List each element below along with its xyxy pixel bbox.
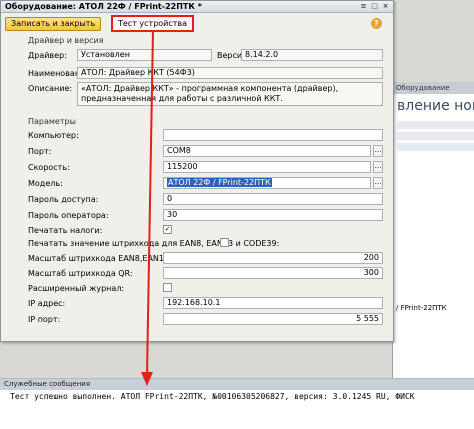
ip-port-field[interactable]: 5 555: [163, 313, 383, 325]
access-password-label: Пароль доступа:: [28, 195, 99, 204]
test-device-button[interactable]: Тест устройства: [111, 15, 195, 32]
description-label: Описание:: [28, 84, 73, 93]
scale-qr-field[interactable]: 300: [163, 267, 383, 279]
messages-text: Тест успешно выполнен. АТОЛ FPrint-22ПТК…: [10, 392, 415, 401]
port-select-button[interactable]: ...: [373, 145, 383, 157]
speed-field[interactable]: 115200: [163, 161, 371, 173]
print-taxes-label: Печатать налоги:: [28, 226, 103, 235]
operator-password-label: Пароль оператора:: [28, 211, 109, 220]
restore-icon[interactable]: □: [370, 2, 379, 11]
background-row: [397, 143, 474, 151]
background-window: Оборудование вление нового / FPrint-22ПТ…: [392, 82, 474, 382]
access-password-field[interactable]: 0: [163, 193, 383, 205]
model-field[interactable]: АТОЛ 22Ф / FPrint-22ПТК: [163, 177, 371, 189]
model-label: Модель:: [28, 179, 63, 188]
print-taxes-checkbox[interactable]: ✓: [163, 225, 172, 234]
scale-ean-field[interactable]: 200: [163, 252, 383, 264]
save-and-close-button[interactable]: Записать и закрыть: [5, 17, 102, 31]
model-select-button[interactable]: ...: [373, 177, 383, 189]
background-window-footer: / FPrint-22ПТК: [396, 304, 447, 312]
background-row: [397, 132, 474, 140]
messages-panel: Служебные сообщения Тест успешно выполне…: [0, 378, 474, 429]
parameters-section-title: Параметры: [28, 117, 76, 126]
toolbar: Записать и закрыть Тест устройства ?: [1, 13, 393, 34]
background-row: [397, 121, 474, 129]
driver-section-title: Драйвер и версия: [28, 36, 104, 45]
version-field: 8.14.2.0: [241, 49, 383, 61]
computer-label: Компьютер:: [28, 131, 79, 140]
driver-label: Драйвер:: [28, 51, 67, 60]
background-window-title: Оборудование: [393, 82, 474, 94]
background-window-heading: вление нового: [397, 98, 474, 114]
ip-port-label: IP порт:: [28, 315, 61, 324]
ip-address-label: IP адрес:: [28, 299, 66, 308]
scale-qr-label: Масштаб штрихкода QR:: [28, 269, 133, 278]
help-icon[interactable]: ?: [371, 18, 382, 29]
ip-address-field[interactable]: 192.168.10.1: [163, 297, 383, 309]
dialog-title-text: Оборудование: АТОЛ 22Ф / FPrint-22ПТК *: [5, 2, 202, 11]
list-icon[interactable]: ≡: [359, 2, 368, 11]
port-label: Порт:: [28, 147, 52, 156]
print-barcode-checkbox[interactable]: [220, 238, 229, 247]
equipment-dialog: Оборудование: АТОЛ 22Ф / FPrint-22ПТК * …: [0, 0, 394, 342]
window-controls: ≡ □ ×: [359, 2, 390, 11]
speed-label: Скорость:: [28, 163, 70, 172]
driver-field: Установлен: [77, 49, 212, 61]
name-field: АТОЛ: Драйвер ККТ (54ФЗ): [77, 67, 383, 79]
messages-panel-title: Служебные сообщения: [0, 379, 474, 390]
description-field: «АТОЛ: Драйвер ККТ» - программная компон…: [77, 82, 383, 106]
speed-select-button[interactable]: ...: [373, 161, 383, 173]
print-barcode-label: Печатать значение штрихкода для EAN8, EA…: [28, 239, 280, 248]
close-icon[interactable]: ×: [381, 2, 390, 11]
computer-field[interactable]: [163, 129, 383, 141]
operator-password-field[interactable]: 30: [163, 209, 383, 221]
extended-log-checkbox[interactable]: [163, 283, 172, 292]
dialog-title: Оборудование: АТОЛ 22Ф / FPrint-22ПТК * …: [1, 1, 393, 13]
port-field[interactable]: COM8: [163, 145, 371, 157]
model-value: АТОЛ 22Ф / FPrint-22ПТК: [167, 178, 272, 187]
extended-log-label: Расширенный журнал:: [28, 284, 125, 293]
